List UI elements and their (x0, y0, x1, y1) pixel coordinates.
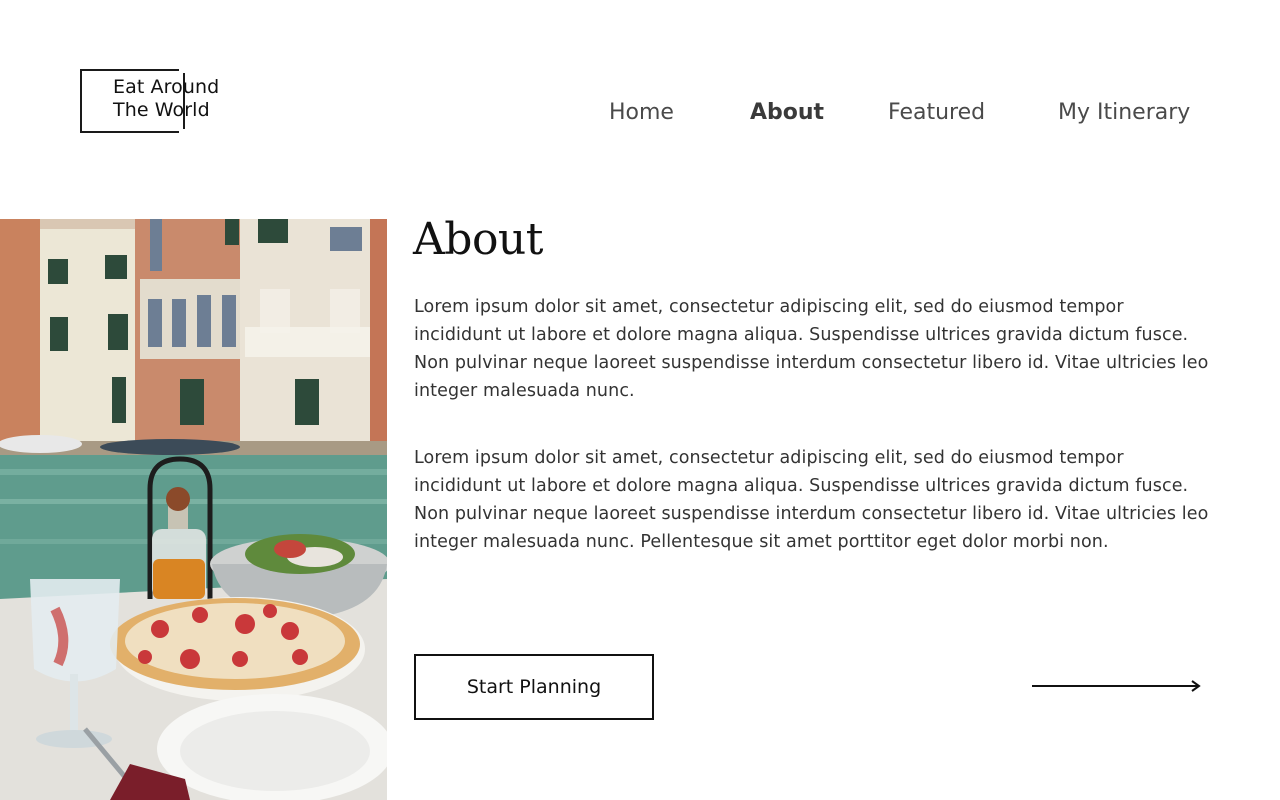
page-title: About (413, 214, 543, 265)
about-paragraph-2: Lorem ipsum dolor sit amet, consectetur … (414, 448, 1209, 552)
arrow-right-icon[interactable] (1030, 677, 1202, 695)
brand-logo[interactable]: Eat Around The World (80, 65, 230, 137)
logo-text: Eat Around The World (113, 76, 219, 122)
logo-line-1: Eat Around (113, 76, 220, 98)
start-planning-button[interactable]: Start Planning (414, 654, 654, 720)
nav-home[interactable]: Home (609, 100, 674, 125)
nav-about[interactable]: About (750, 100, 824, 125)
about-paragraph-1: Lorem ipsum dolor sit amet, consectetur … (414, 297, 1209, 401)
logo-line-2: The World (113, 99, 210, 121)
nav-featured[interactable]: Featured (888, 100, 985, 125)
nav-my-itinerary[interactable]: My Itinerary (1058, 100, 1190, 125)
hero-photo (0, 219, 387, 800)
